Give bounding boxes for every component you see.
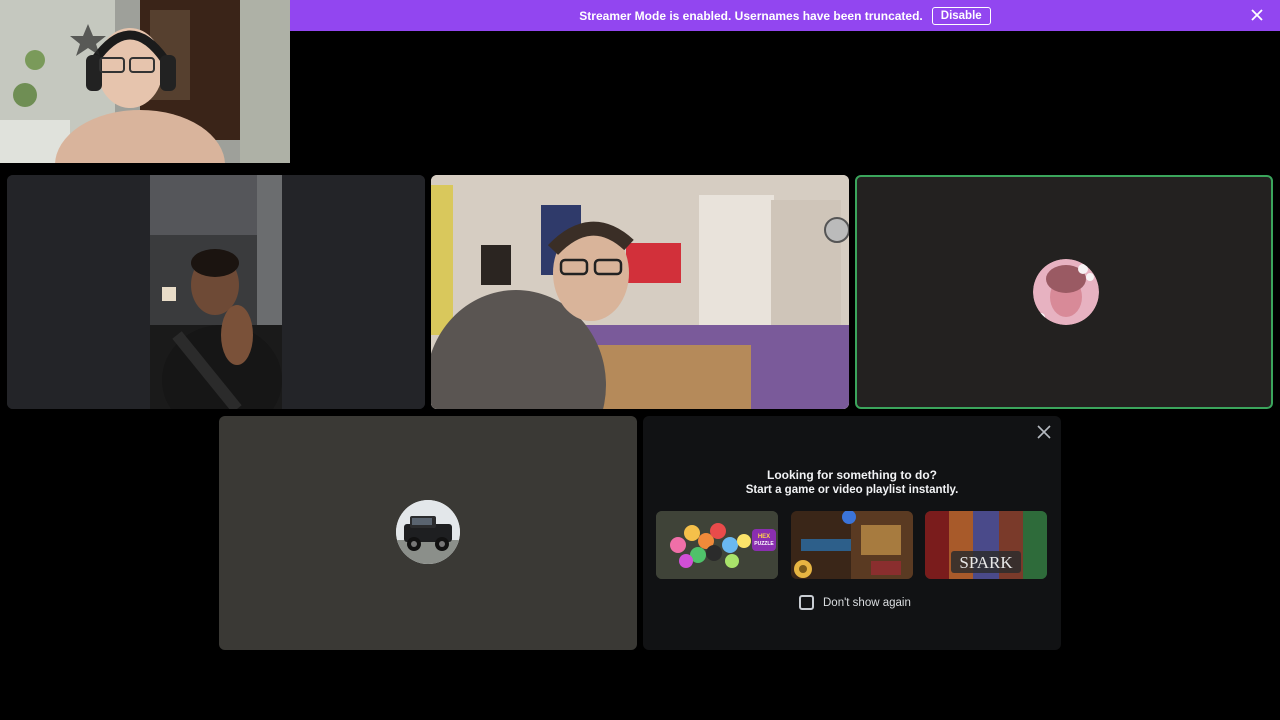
participant-video-frame bbox=[7, 175, 425, 409]
streamer-mode-banner: Streamer Mode is enabled. Usernames have… bbox=[290, 0, 1280, 31]
self-view-video[interactable] bbox=[0, 0, 290, 163]
close-icon[interactable] bbox=[1250, 8, 1264, 22]
avatar-image bbox=[396, 500, 460, 564]
activity-suggestion-panel: Looking for something to do? Start a gam… bbox=[643, 416, 1061, 650]
participant-avatar-tile[interactable] bbox=[219, 416, 637, 650]
hex-logo-line2: PUZZLE bbox=[754, 541, 774, 547]
game-card-tavern[interactable] bbox=[791, 511, 913, 579]
activity-subtitle: Start a game or video playlist instantly… bbox=[745, 484, 959, 496]
spark-logo-text: SPARK bbox=[959, 553, 1013, 572]
dont-show-again-checkbox[interactable] bbox=[799, 595, 814, 610]
dont-show-again-option[interactable]: Don't show again bbox=[799, 595, 911, 610]
dont-show-again-label: Don't show again bbox=[823, 596, 911, 609]
game-card-spark[interactable]: SPARK bbox=[925, 511, 1047, 579]
close-icon[interactable] bbox=[1037, 425, 1051, 439]
avatar bbox=[396, 500, 460, 564]
participant-video-frame bbox=[431, 175, 849, 409]
hex-logo-line1: HEX bbox=[758, 534, 770, 540]
disable-streamer-mode-button[interactable]: Disable bbox=[931, 6, 991, 25]
avatar bbox=[1033, 259, 1099, 325]
game-thumbnail: HEX PUZZLE bbox=[656, 511, 778, 579]
participant-video-tile[interactable] bbox=[7, 175, 425, 409]
avatar-image bbox=[1033, 259, 1099, 325]
game-thumbnail bbox=[791, 511, 913, 579]
streamer-mode-message: Streamer Mode is enabled. Usernames have… bbox=[579, 8, 923, 23]
game-thumbnail: SPARK bbox=[925, 511, 1047, 579]
participant-avatar-tile[interactable] bbox=[855, 175, 1273, 409]
self-view-video-frame bbox=[0, 0, 290, 163]
activity-title: Looking for something to do? bbox=[767, 468, 937, 482]
participant-video-tile[interactable] bbox=[431, 175, 849, 409]
game-card-hex-puzzle[interactable]: HEX PUZZLE bbox=[656, 511, 778, 579]
